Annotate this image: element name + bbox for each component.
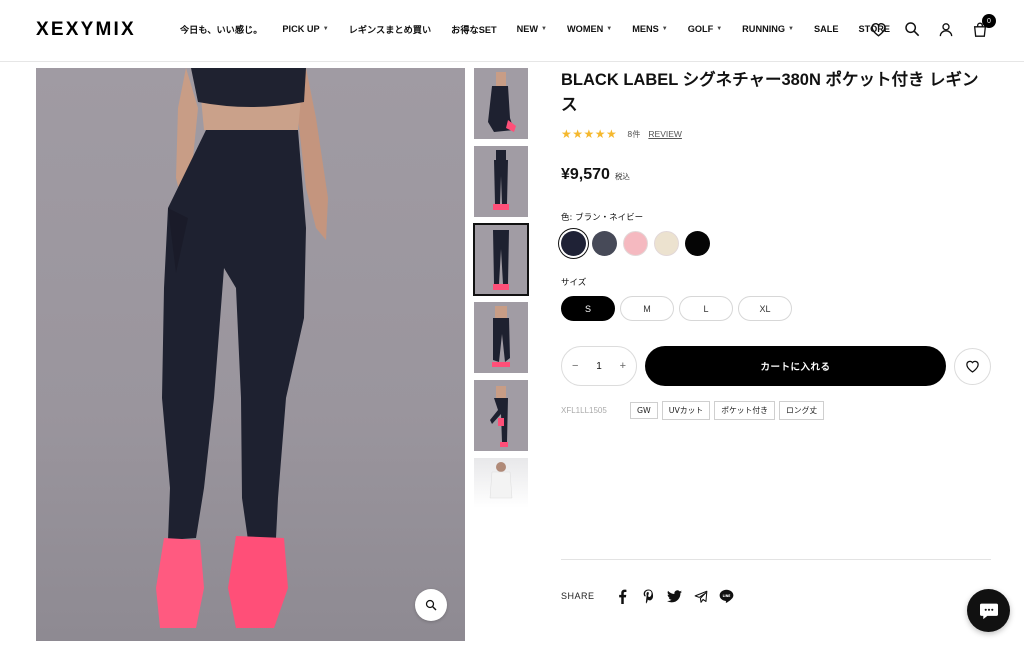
color-swatch-2[interactable]	[592, 231, 617, 256]
nav-item-running[interactable]: RUNNING ▼	[742, 24, 794, 34]
nav-item-today[interactable]: 今日も、いい感じ。	[180, 22, 262, 36]
nav-item-new[interactable]: NEW ▼	[517, 24, 547, 34]
facebook-icon[interactable]	[615, 588, 631, 604]
cart-icon[interactable]: 0	[970, 14, 996, 39]
color-label: 色: ブラン・ネイビー	[561, 213, 644, 223]
site-header: XEXYMIX 今日も、いい感じ。 PICK UP ▼ レギンスまとめ買い お得な…	[0, 0, 1024, 62]
size-option-xl[interactable]: XL	[738, 296, 792, 321]
size-option-l[interactable]: L	[679, 296, 733, 321]
section-divider	[561, 559, 991, 560]
nav-label: 今日も、いい感じ。	[180, 25, 263, 35]
review-link[interactable]: REVIEW	[648, 129, 682, 139]
chevron-down-icon: ▼	[716, 26, 723, 32]
product-rating: ★★★★★ 8件 REVIEW	[561, 127, 991, 141]
svg-text:LINE: LINE	[723, 594, 731, 598]
chat-bubble-icon	[979, 603, 998, 619]
main-product-image[interactable]	[36, 68, 465, 641]
chat-button[interactable]	[967, 589, 1010, 632]
nav-label: PICK UP	[282, 24, 320, 34]
size-option-m[interactable]: M	[620, 296, 674, 321]
leggings-model-illustration	[156, 68, 328, 628]
quantity-value[interactable]: 1	[596, 361, 602, 372]
price-block: ¥9,570 税込	[561, 166, 991, 184]
product-sku: XFL1LL1505	[561, 406, 607, 415]
nav-label: お得なSET	[451, 25, 497, 35]
site-logo[interactable]: XEXYMIX	[36, 19, 136, 41]
size-options: S M L XL	[561, 296, 991, 321]
nav-item-golf[interactable]: GOLF ▼	[688, 24, 722, 34]
star-rating: ★★★★★	[561, 127, 618, 141]
product-tag[interactable]: UVカット	[661, 401, 711, 420]
price-tax-label: 税込	[614, 172, 630, 181]
cart-count-badge: 0	[982, 14, 996, 28]
color-swatch-1[interactable]	[561, 231, 586, 256]
header-actions: 0	[854, 14, 996, 39]
nav-label: SALE	[814, 24, 839, 34]
nav-label: NEW	[516, 24, 539, 34]
size-label: サイズ	[561, 278, 587, 288]
color-swatch-3[interactable]	[623, 231, 648, 256]
nav-label: GOLF	[687, 24, 714, 34]
zoom-icon	[425, 599, 437, 611]
color-swatch-5[interactable]	[685, 231, 710, 256]
thumbnail-1[interactable]	[474, 68, 528, 139]
thumbnail-2[interactable]	[474, 146, 528, 217]
chevron-down-icon: ▼	[606, 26, 613, 32]
chevron-down-icon: ▼	[788, 26, 794, 32]
chevron-down-icon: ▼	[661, 26, 668, 32]
purchase-row: − 1 + カートに入れる	[561, 346, 991, 386]
color-swatch-4[interactable]	[654, 231, 679, 256]
thumbnail-3[interactable]	[473, 223, 529, 296]
tags-row: XFL1LL1505 GW UVカット ポケット付き ロング丈	[561, 401, 991, 420]
product-tag[interactable]: ロング丈	[778, 401, 825, 420]
quantity-decrease-button[interactable]: −	[572, 360, 578, 372]
chevron-down-icon: ▼	[322, 26, 329, 32]
nav-label: RUNNING	[742, 24, 786, 34]
twitter-icon[interactable]	[667, 588, 683, 604]
share-bar: SHARE LINE	[561, 588, 745, 604]
color-swatches	[561, 231, 991, 256]
chevron-down-icon: ▼	[541, 26, 547, 32]
product-tag[interactable]: ポケット付き	[714, 401, 775, 420]
thumbnail-strip	[473, 68, 529, 515]
search-icon[interactable]	[902, 19, 922, 39]
nav-item-set[interactable]: お得なSET	[451, 22, 496, 36]
review-count: 8件	[627, 129, 641, 139]
heart-icon[interactable]	[868, 19, 888, 39]
thumbnail-4[interactable]	[474, 302, 528, 373]
user-icon[interactable]	[936, 19, 956, 39]
product-title: BLACK LABEL シグネチャー380N ポケット付き レギンス	[561, 71, 979, 114]
product-price: ¥9,570	[561, 166, 610, 183]
quantity-stepper: − 1 +	[561, 346, 637, 386]
add-to-cart-button[interactable]: カートに入れる	[645, 346, 946, 386]
size-option-s[interactable]: S	[561, 296, 615, 321]
thumbnail-6[interactable]	[474, 458, 528, 508]
quantity-increase-button[interactable]: +	[620, 360, 626, 372]
nav-label: レギンスまとめ買い	[348, 25, 432, 35]
product-tag[interactable]: GW	[630, 402, 658, 419]
nav-item-pickup[interactable]: PICK UP ▼	[282, 24, 328, 34]
nav-item-women[interactable]: WOMEN ▼	[567, 24, 612, 34]
product-info: BLACK LABEL シグネチャー380N ポケット付き レギンス ★★★★★…	[561, 68, 991, 420]
nav-label: WOMEN	[567, 24, 604, 34]
nav-label: MENS	[632, 24, 659, 34]
telegram-icon[interactable]	[693, 588, 709, 604]
nav-item-mens[interactable]: MENS ▼	[632, 24, 668, 34]
zoom-button[interactable]	[415, 589, 447, 621]
wishlist-button[interactable]	[954, 347, 991, 385]
line-icon[interactable]: LINE	[719, 588, 735, 604]
heart-icon	[966, 360, 979, 373]
main-nav: 今日も、いい感じ。 PICK UP ▼ レギンスまとめ買い お得なSET NEW ▼…	[180, 22, 910, 36]
pinterest-icon[interactable]	[641, 588, 657, 604]
nav-item-leggings-bundle[interactable]: レギンスまとめ買い	[349, 22, 432, 36]
share-label: SHARE	[561, 591, 595, 601]
thumbnail-5[interactable]	[474, 380, 528, 451]
nav-item-sale[interactable]: SALE	[814, 24, 839, 34]
